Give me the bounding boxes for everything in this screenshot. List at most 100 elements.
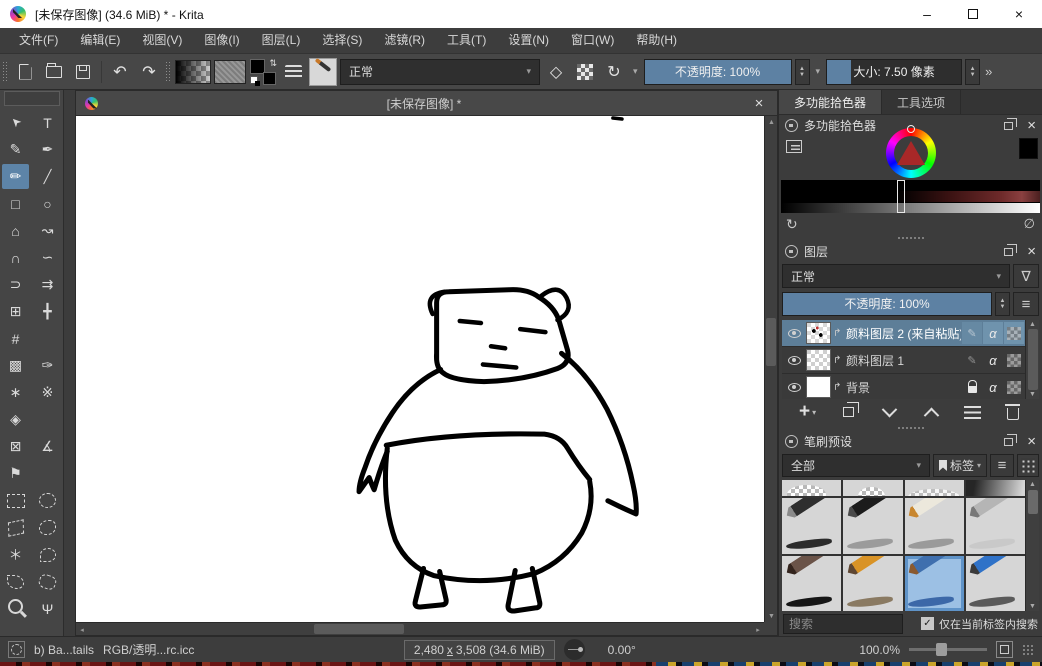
menu-item[interactable]: 编辑(E): [69, 28, 131, 53]
close-docker-icon[interactable]: ×: [1027, 245, 1036, 258]
move-layer-up-button[interactable]: [911, 407, 952, 418]
vscroll-track[interactable]: [765, 128, 777, 610]
layer-row[interactable]: ↱ 颜料图层 1 ✎ α: [782, 347, 1025, 374]
float-docker-icon[interactable]: [1004, 122, 1013, 130]
layer-lock-icon[interactable]: ✎: [962, 322, 982, 344]
layer-list-scrollbar[interactable]: ▲ ▼: [1025, 320, 1039, 399]
transform-tool[interactable]: ⊞: [2, 299, 29, 324]
spacer[interactable]: [34, 407, 61, 432]
background-color-swatch[interactable]: [263, 72, 276, 85]
layer-lock-icon[interactable]: [962, 376, 982, 398]
gradient-tool[interactable]: ▩: [2, 353, 29, 378]
calligraphy-tool[interactable]: ✒: [34, 137, 61, 162]
hue-slider[interactable]: [781, 180, 1040, 190]
menu-item[interactable]: 选择(S): [311, 28, 373, 53]
close-docker-icon[interactable]: ×: [1027, 435, 1036, 448]
preset-marker-black[interactable]: [843, 498, 902, 554]
layer-thumbnail[interactable]: [806, 349, 831, 371]
current-brush-name[interactable]: b) Ba...tails: [34, 643, 94, 657]
scroll-up-icon[interactable]: ▲: [765, 116, 778, 128]
lock-icon[interactable]: [785, 245, 798, 258]
document-titlebar[interactable]: [未保存图像] * ×: [76, 91, 777, 116]
toolbar-grip[interactable]: [2, 61, 9, 83]
layer-opacity-slider[interactable]: 不透明度: 100%: [782, 292, 992, 316]
contiguous-selection-tool[interactable]: ＊: [2, 542, 29, 567]
polygonal-selection-tool[interactable]: [2, 515, 29, 540]
menu-item[interactable]: 工具(T): [436, 28, 497, 53]
layer-lock-icon[interactable]: ✎: [962, 349, 982, 371]
dock-splitter[interactable]: [64, 90, 75, 636]
spin-down-icon[interactable]: ▼: [970, 72, 976, 78]
scroll-thumb[interactable]: [1028, 490, 1038, 514]
freehand-selection-tool[interactable]: [34, 515, 61, 540]
select-shapes-tool[interactable]: ➤: [0, 104, 34, 141]
color-sampler-tool[interactable]: ✑: [34, 353, 61, 378]
preset-pen-silver[interactable]: [966, 498, 1025, 554]
canvas-horizontal-scrollbar[interactable]: ◂ ▸: [76, 622, 764, 635]
toolbar-grip[interactable]: [165, 61, 172, 83]
reference-images-tool[interactable]: ⚑: [2, 461, 29, 486]
edit-shapes-tool[interactable]: ✎: [2, 137, 29, 162]
layer-visibility-button[interactable]: [782, 329, 806, 338]
preset-eraser-circle[interactable]: [782, 480, 841, 496]
layer-visibility-button[interactable]: [782, 383, 806, 392]
tab-advanced-color-selector[interactable]: 多功能拾色器: [779, 90, 882, 114]
alpha-checker-icon[interactable]: [1004, 322, 1024, 344]
scroll-down-icon[interactable]: ▼: [1029, 391, 1036, 398]
hue-marker-icon[interactable]: [907, 125, 915, 133]
minimize-button[interactable]: –: [904, 0, 950, 28]
brush-grid-scrollbar[interactable]: ▲ ▼: [1025, 480, 1039, 611]
slider-marker-icon[interactable]: [897, 180, 905, 213]
scroll-thumb[interactable]: [1028, 329, 1038, 390]
preset-airbrush-soft[interactable]: [966, 480, 1025, 496]
alpha-lock-icon[interactable]: α: [983, 322, 1003, 344]
picker-settings-icon[interactable]: [786, 140, 802, 153]
rectangular-selection-tool[interactable]: [2, 488, 29, 513]
selection-mode-icon[interactable]: [8, 641, 25, 658]
layer-filter-button[interactable]: ∇: [1013, 264, 1039, 288]
preset-eraser-soft[interactable]: [905, 480, 964, 496]
chevron-down-icon[interactable]: ▾: [630, 66, 641, 77]
duplicate-layer-button[interactable]: [828, 407, 869, 417]
brush-option-slider-button[interactable]: [280, 59, 306, 85]
preset-ink-pen-dark[interactable]: [782, 498, 841, 554]
hscroll-thumb[interactable]: [314, 624, 404, 634]
pan-tool[interactable]: Ψ: [34, 596, 61, 621]
zoom-tool[interactable]: [2, 596, 29, 621]
vscroll-thumb[interactable]: [766, 318, 776, 366]
similar-color-selection-tool[interactable]: [34, 542, 61, 567]
text-tool[interactable]: T: [34, 110, 61, 135]
dynamic-brush-tool[interactable]: ⊃: [2, 272, 29, 297]
move-tool[interactable]: ╋: [34, 299, 61, 324]
hsv-triangle[interactable]: [897, 141, 925, 165]
preset-paintbrush-dark[interactable]: [782, 556, 841, 612]
preset-fineliner-white[interactable]: [905, 498, 964, 554]
zoom-reset-button[interactable]: [996, 641, 1013, 658]
preserve-alpha-button[interactable]: [572, 59, 598, 85]
eraser-mode-button[interactable]: ◇: [543, 59, 569, 85]
smart-patch-tool[interactable]: ※: [34, 380, 61, 405]
value-slider[interactable]: [781, 203, 1040, 213]
menu-item[interactable]: 视图(V): [131, 28, 193, 53]
line-tool[interactable]: ╱: [34, 164, 61, 189]
blocked-color-icon[interactable]: ∅: [1024, 216, 1035, 232]
crop-tool[interactable]: #: [2, 326, 29, 351]
menu-item[interactable]: 文件(F): [8, 28, 69, 53]
brush-presets-header[interactable]: 笔刷预设 ×: [779, 431, 1042, 452]
scroll-right-icon[interactable]: ▸: [752, 623, 764, 636]
new-document-button[interactable]: [12, 59, 38, 85]
assistants-tool[interactable]: ∡: [34, 434, 61, 459]
scroll-left-icon[interactable]: ◂: [76, 623, 88, 636]
layer-options-button[interactable]: ≡: [1013, 292, 1039, 316]
elliptical-selection-tool[interactable]: [34, 488, 61, 513]
blending-mode-dropdown[interactable]: 正常 ▾: [340, 59, 540, 85]
brush-search-input[interactable]: [783, 614, 903, 634]
menu-item[interactable]: 滤镜(R): [373, 28, 436, 53]
gradient-chooser-button[interactable]: [175, 60, 211, 84]
close-docker-icon[interactable]: ×: [1027, 119, 1036, 132]
alpha-checker-icon[interactable]: [1004, 376, 1024, 398]
scroll-down-icon[interactable]: ▼: [1029, 603, 1036, 610]
rectangle-tool[interactable]: □: [2, 191, 29, 216]
layer-name[interactable]: 背景: [846, 379, 961, 396]
menu-item[interactable]: 图层(L): [251, 28, 312, 53]
